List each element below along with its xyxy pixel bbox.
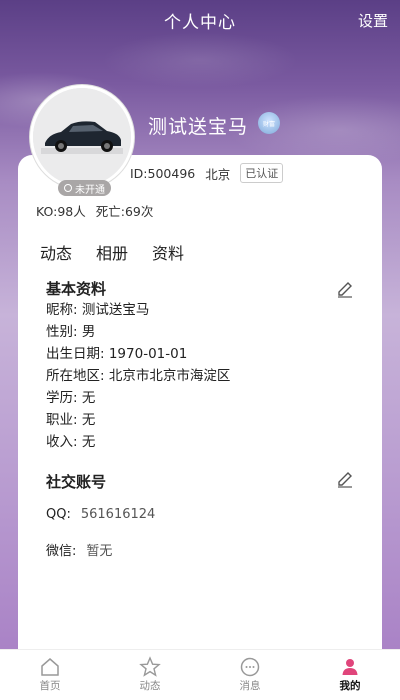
info-gender: 性别: 男 <box>46 324 96 340</box>
death-count: 死亡:69次 <box>95 204 154 219</box>
avatar[interactable] <box>30 85 134 189</box>
info-nickname: 昵称: 测试送宝马 <box>46 302 150 318</box>
info-education: 学历: 无 <box>46 390 96 406</box>
vip-badge-icon: 财富 <box>258 112 280 134</box>
nav-mine-label: 我的 <box>339 680 361 692</box>
nav-mine[interactable]: 我的 <box>300 650 400 700</box>
page-title: 个人中心 <box>164 12 236 33</box>
home-icon <box>41 658 59 676</box>
edit-social-icon[interactable] <box>336 470 354 488</box>
info-income: 收入: 无 <box>46 434 96 450</box>
person-icon <box>342 659 358 675</box>
car-photo-icon <box>33 88 131 186</box>
user-id: ID:500496 <box>130 165 196 181</box>
avatar-status-badge: 未开通 <box>58 180 111 196</box>
basic-info-list: 昵称: 测试送宝马 性别: 男 出生日期: 1970-01-01 所在地区: 北… <box>46 299 230 453</box>
settings-button[interactable]: 设置 <box>358 10 388 31</box>
wechat-row: 微信: 暂无 <box>46 540 112 559</box>
tab-album[interactable]: 相册 <box>96 240 128 264</box>
avatar-status-label: 未开通 <box>75 184 105 196</box>
info-birthday: 出生日期: 1970-01-01 <box>46 346 188 362</box>
tab-dynamics[interactable]: 动态 <box>40 240 72 264</box>
nav-home[interactable]: 首页 <box>0 650 100 700</box>
nav-messages-label: 消息 <box>239 680 261 692</box>
stats-line: KO:98人 死亡:69次 <box>36 201 153 220</box>
nav-messages[interactable]: 消息 <box>200 650 300 700</box>
tab-info[interactable]: 资料 <box>152 240 184 264</box>
nav-dynamics[interactable]: 动态 <box>100 650 200 700</box>
message-icon <box>240 657 260 677</box>
social-title: 社交账号 <box>46 473 107 491</box>
ko-count: KO:98人 <box>36 204 86 219</box>
vip-badge-label: 财富 <box>262 120 275 128</box>
basic-info-title: 基本资料 <box>46 280 107 298</box>
nav-home-label: 首页 <box>39 680 61 692</box>
id-line: ID:500496 北京 已认证 <box>130 163 284 183</box>
wechat-label: 微信: <box>46 544 77 559</box>
info-occupation: 职业: 无 <box>46 412 96 428</box>
user-city: 北京 <box>205 166 231 182</box>
nav-dynamics-label: 动态 <box>139 680 161 692</box>
verified-badge: 已认证 <box>240 163 284 183</box>
qq-label: QQ: <box>46 507 71 522</box>
edit-basic-info-icon[interactable] <box>336 280 354 298</box>
profile-tabs: 动态 相册 资料 <box>40 240 184 264</box>
username: 测试送宝马 <box>148 116 249 138</box>
star-icon <box>139 656 161 677</box>
status-dot-icon <box>64 184 72 192</box>
qq-value: 561616124 <box>80 507 156 522</box>
bottom-nav: 首页 动态 消息 我的 <box>0 649 400 700</box>
qq-row: QQ: 561616124 <box>46 507 155 522</box>
top-bar: 个人中心 设置 <box>0 0 400 40</box>
wechat-value: 暂无 <box>86 544 113 559</box>
info-region: 所在地区: 北京市北京市海淀区 <box>46 368 231 384</box>
